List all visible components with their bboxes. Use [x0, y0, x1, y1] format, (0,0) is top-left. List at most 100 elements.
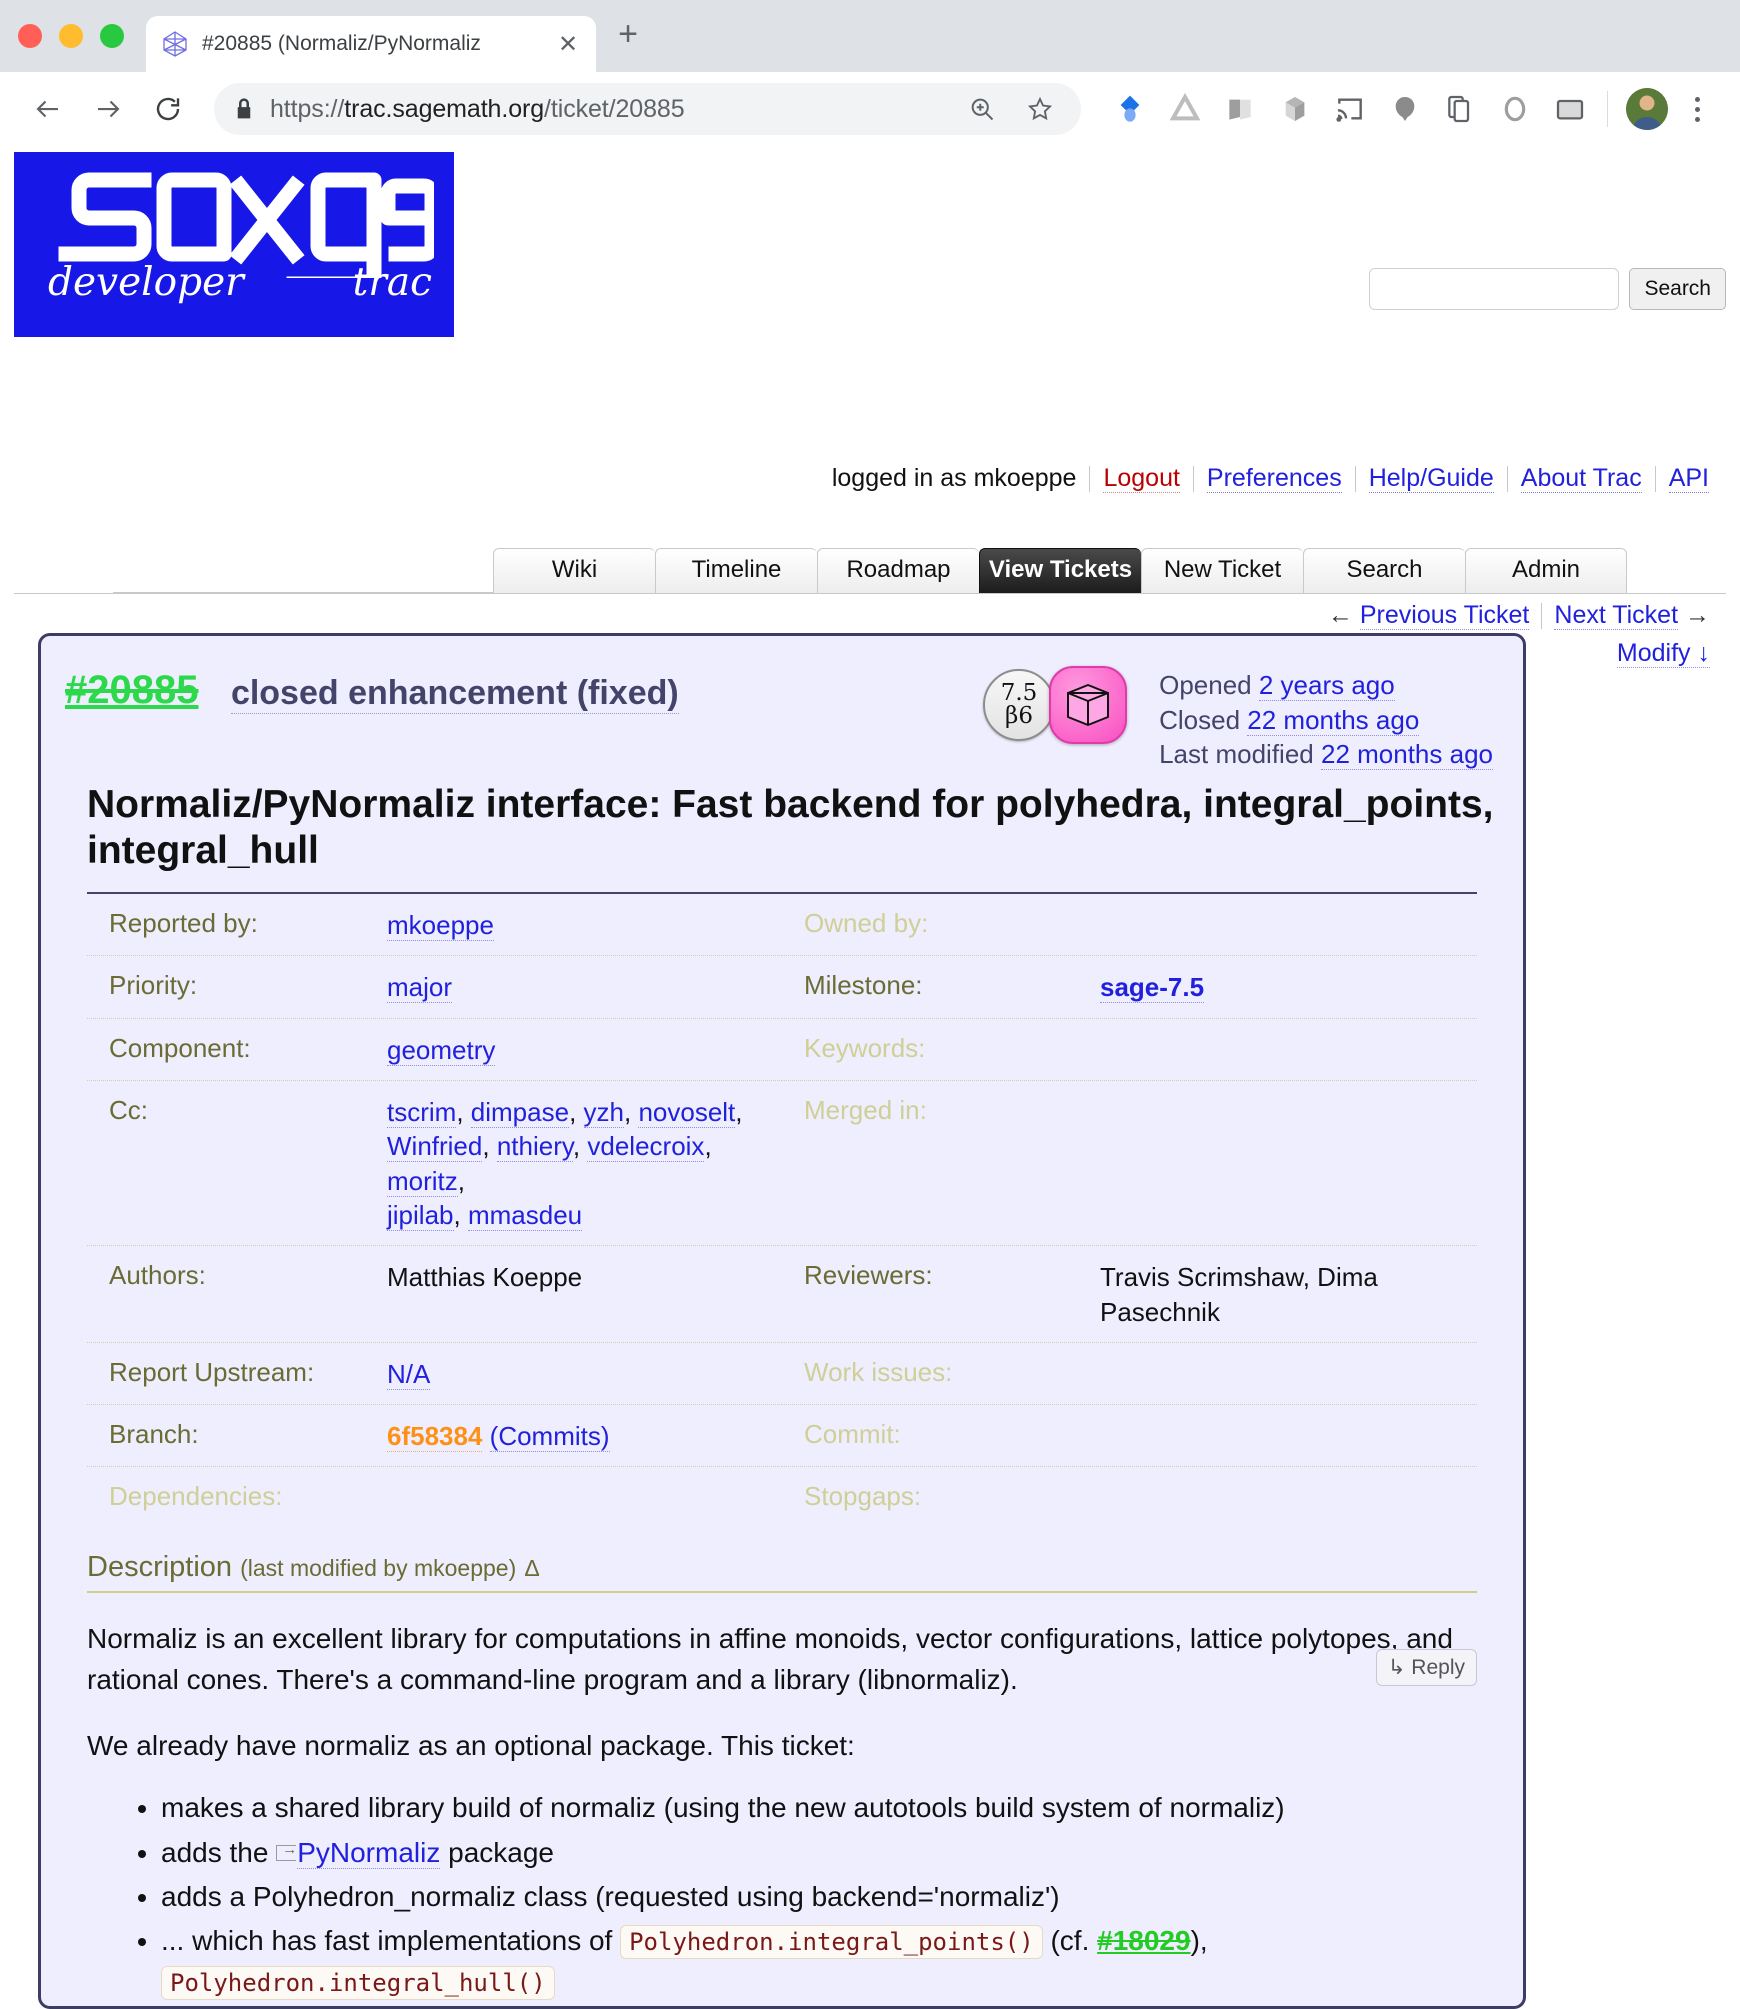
metanav-api[interactable]: API — [1668, 464, 1709, 493]
copy-icon[interactable] — [1441, 90, 1479, 128]
list-item: makes a shared library build of normaliz… — [161, 1788, 1477, 1828]
left-arrow-icon: ← — [1327, 601, 1353, 629]
cc-link[interactable]: dimpase — [470, 1096, 570, 1128]
tab-new-ticket[interactable]: New Ticket — [1141, 548, 1303, 593]
next-ticket-label[interactable]: Next Ticket — [1554, 601, 1679, 630]
cube-icon[interactable] — [1276, 90, 1314, 128]
property-owned-by: Owned by: — [782, 894, 1477, 957]
tab-strip: #20885 (Normaliz/PyNormaliz ✕ + — [0, 0, 1740, 72]
zoom-icon[interactable] — [961, 88, 1003, 130]
property-label: Component: — [109, 1032, 251, 1063]
branch-link[interactable]: 6f58384 — [387, 1421, 483, 1453]
property-value — [387, 1481, 782, 1512]
property-stopgaps: Stopgaps: — [782, 1467, 1477, 1525]
browser-tab[interactable]: #20885 (Normaliz/PyNormaliz ✕ — [146, 16, 596, 72]
opened-value[interactable]: 2 years ago — [1258, 670, 1395, 701]
ticket-header: #20885 closed enhancement (fixed) 7.5 β6 — [65, 658, 1499, 771]
property-label: Milestone: — [804, 970, 923, 1001]
ticket-properties: Reported by: mkoeppe Owned by: Priority:… — [87, 892, 1477, 1525]
milestone-link[interactable]: sage-7.5 — [1100, 972, 1205, 1004]
cc-link[interactable]: nthiery — [496, 1131, 573, 1163]
property-commit: Commit: — [782, 1405, 1477, 1468]
component-link[interactable]: geometry — [387, 1034, 496, 1066]
sage-trac-logo[interactable]: developer trac — [14, 152, 454, 337]
cc-link[interactable]: moritz — [387, 1165, 458, 1197]
priority-link[interactable]: major — [387, 972, 453, 1004]
lock-icon — [234, 97, 254, 121]
modify-link[interactable]: Modify ↓ — [1616, 639, 1710, 668]
closed-value[interactable]: 22 months ago — [1247, 704, 1420, 736]
tab-timeline[interactable]: Timeline — [655, 548, 817, 593]
pynormaliz-link[interactable]: PyNormaliz — [297, 1836, 441, 1869]
previous-ticket-link[interactable]: ← Previous Ticket — [1316, 601, 1541, 630]
property-label: Reported by: — [109, 908, 258, 939]
new-tab-button[interactable]: + — [596, 15, 660, 72]
cc-link[interactable]: novoselt — [638, 1096, 736, 1128]
reload-icon[interactable] — [142, 83, 194, 135]
ticket-badges: 7.5 β6 — [983, 666, 1127, 744]
book-icon[interactable] — [1221, 90, 1259, 128]
bullet4-post: ), — [1190, 1925, 1208, 1957]
metanav-logout[interactable]: Logout — [1103, 464, 1180, 493]
cc-link[interactable]: tscrim — [387, 1096, 457, 1128]
next-ticket-link[interactable]: Next Ticket → — [1542, 601, 1722, 630]
polytope-icon — [160, 29, 190, 59]
avatar[interactable] — [1626, 88, 1668, 130]
cc-link[interactable]: jipilab — [387, 1199, 454, 1231]
close-window-button[interactable] — [18, 24, 42, 48]
bookmark-star-icon[interactable] — [1019, 88, 1061, 130]
cc-link[interactable]: vdelecroix — [587, 1131, 705, 1163]
cc-link[interactable]: Winfried — [387, 1131, 483, 1163]
metanav-preferences[interactable]: Preferences — [1206, 464, 1342, 493]
browser-menu-button[interactable] — [1676, 88, 1718, 130]
logo-sub-developer: developer — [48, 260, 244, 305]
tab-admin[interactable]: Admin — [1465, 548, 1627, 593]
metanav-about-trac[interactable]: About Trac — [1520, 464, 1642, 493]
property-cc: Cc: tscrim, dimpase, yzh, novoselt, Winfr… — [87, 1081, 782, 1247]
search-button[interactable]: Search — [1629, 268, 1726, 310]
version-badge: 7.5 β6 — [983, 669, 1055, 741]
report-upstream-link[interactable]: N/A — [387, 1358, 431, 1390]
previous-ticket-label[interactable]: Previous Ticket — [1359, 601, 1530, 630]
ticket-18029-link[interactable]: #18029 — [1097, 1925, 1190, 1956]
reply-button[interactable]: ↳ Reply — [1375, 1649, 1477, 1687]
table-row: Dependencies: Stopgaps: — [87, 1467, 1477, 1525]
tab-wiki[interactable]: Wiki — [493, 548, 655, 593]
back-icon[interactable] — [22, 83, 74, 135]
window-icon[interactable] — [1551, 90, 1589, 128]
description-delta-icon[interactable]: Δ — [524, 1555, 539, 1581]
bullet2-post: package — [440, 1836, 554, 1868]
nav-spacer — [113, 592, 493, 593]
drive-icon[interactable] — [1166, 90, 1204, 128]
description-paragraph-1: Normaliz is an excellent library for com… — [87, 1623, 1453, 1695]
tab-roadmap[interactable]: Roadmap — [817, 548, 979, 593]
property-authors: Authors: Matthias Koeppe — [87, 1246, 782, 1343]
maximize-window-button[interactable] — [100, 24, 124, 48]
last-modified-value[interactable]: 22 months ago — [1320, 739, 1493, 771]
list-item: adds the PyNormaliz package — [161, 1833, 1477, 1873]
reported-by-link[interactable]: mkoeppe — [387, 910, 494, 942]
property-label: Stopgaps: — [804, 1481, 922, 1512]
close-icon[interactable]: ✕ — [554, 30, 582, 59]
cc-link[interactable]: yzh — [583, 1096, 624, 1128]
last-modified-label: Last modified — [1159, 739, 1314, 770]
balloon-icon[interactable] — [1386, 90, 1424, 128]
bullet2-pre: adds the — [161, 1836, 277, 1868]
tab-view-tickets[interactable]: View Tickets — [979, 548, 1141, 593]
diamond-icon[interactable] — [1111, 90, 1149, 128]
property-value: major — [387, 970, 782, 1004]
table-row: Authors: Matthias Koeppe Reviewers: Trav… — [87, 1246, 1477, 1343]
ticket-id[interactable]: #20885 — [65, 668, 198, 713]
forward-icon[interactable] — [82, 83, 134, 135]
metanav-help-guide[interactable]: Help/Guide — [1368, 464, 1494, 493]
property-work-issues: Work issues: — [782, 1343, 1477, 1406]
address-bar[interactable]: https://trac.sagemath.org/ticket/20885 — [214, 83, 1081, 135]
circle-icon[interactable] — [1496, 90, 1534, 128]
tab-search[interactable]: Search — [1303, 548, 1465, 593]
commits-link[interactable]: (Commits) — [489, 1421, 610, 1453]
search-input[interactable] — [1369, 268, 1620, 310]
property-report-upstream: Report Upstream: N/A — [87, 1343, 782, 1406]
cast-icon[interactable] — [1331, 90, 1369, 128]
cc-link[interactable]: mmasdeu — [467, 1199, 583, 1231]
minimize-window-button[interactable] — [59, 24, 83, 48]
